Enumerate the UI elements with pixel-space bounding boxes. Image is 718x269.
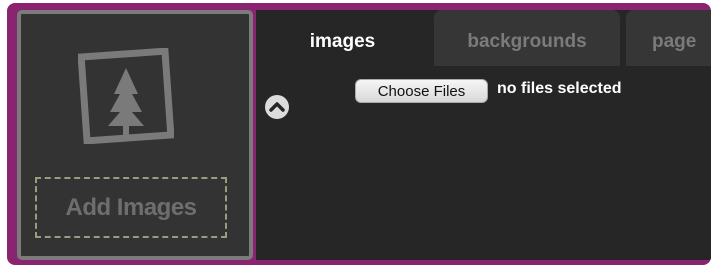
tab-pages[interactable]: page (626, 10, 711, 66)
choose-files-button[interactable]: Choose Files (355, 79, 488, 103)
tab-images-label: images (309, 31, 376, 52)
add-images-dropzone[interactable]: Add Images (35, 177, 227, 238)
editor-frame: Add Images images backgrounds page Choos… (7, 3, 711, 265)
tab-backgrounds-label: backgrounds (467, 31, 587, 52)
file-status-text: no files selected (497, 80, 622, 97)
tab-backgrounds[interactable]: backgrounds (434, 10, 620, 66)
add-images-panel[interactable]: Add Images (17, 10, 253, 260)
tab-images[interactable]: images (256, 10, 429, 66)
chevron-up-icon[interactable] (264, 94, 290, 120)
picture-tree-icon (78, 48, 174, 144)
tab-pages-label: page (652, 31, 697, 52)
add-images-label: Add Images (65, 193, 197, 221)
media-panel: images backgrounds page Choose Files no … (256, 10, 711, 260)
